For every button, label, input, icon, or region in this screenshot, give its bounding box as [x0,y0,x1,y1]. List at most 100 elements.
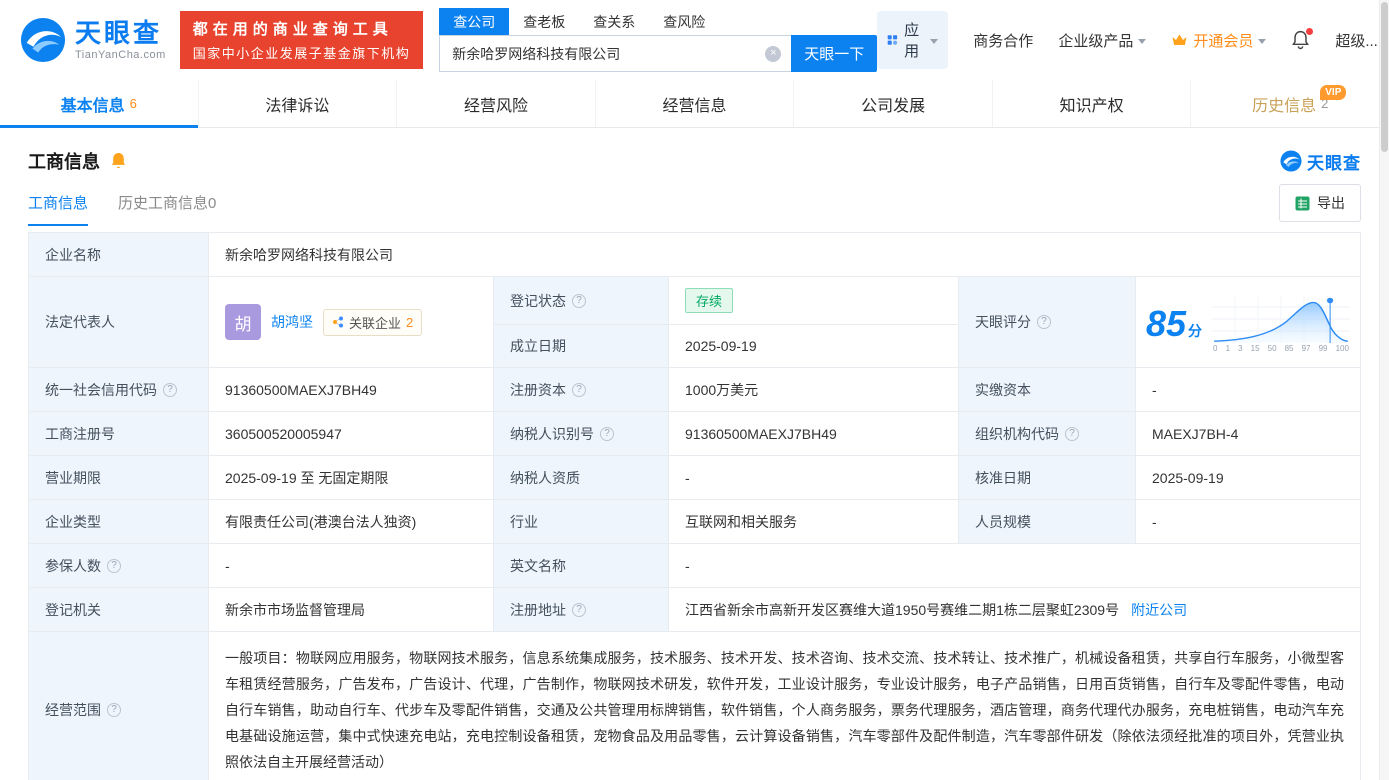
logo-domain-text: TianYanCha.com [75,49,166,61]
score-unit: 分 [1188,323,1202,339]
company-name-value: 新余哈罗网络科技有限公司 [209,233,1360,276]
score-distribution-chart: 0131550859799100 [1212,295,1350,353]
field-label: 英文名称 [494,544,669,587]
related-companies-badge[interactable]: 关联企业 2 [323,309,422,336]
reg-address-value: 江西省新余市高新开发区赛维大道1950号赛维二期1栋二层聚虹2309号 [685,600,1119,620]
reg-number-value: 360500520005947 [209,412,494,455]
brand-slogan-badge: 都在用的商业查询工具 国家中小企业发展子基金旗下机构 [180,11,424,69]
taxpayer-quality-value: - [669,456,959,499]
search-input-wrap [439,35,791,72]
help-icon[interactable] [600,427,614,441]
tab-operation-info[interactable]: 经营信息 [595,80,794,127]
field-label: 参保人数 [29,544,209,587]
table-row: 法定代表人 胡 胡鸿坚 关联企业 2 登记状态 [29,277,1360,368]
company-type-value: 有限责任公司(港澳台法人独资) [209,500,494,543]
table-row: 参保人数 - 英文名称 - [29,544,1360,588]
slogan-line2: 国家中小企业发展子基金旗下机构 [193,43,411,62]
search-button[interactable]: 天眼一下 [791,35,877,72]
field-label: 实缴资本 [959,368,1136,411]
business-info-table: 企业名称 新余哈罗网络科技有限公司 法定代表人 胡 胡鸿坚 关联企业 2 [28,232,1361,780]
search-tab-relation[interactable]: 查关系 [579,8,649,35]
logo-brand-text: 天眼查 [75,20,166,46]
legal-rep-avatar[interactable]: 胡 [225,304,261,340]
legal-rep-link[interactable]: 胡鸿坚 [271,312,313,332]
table-row: 营业期限 2025-09-19 至 无固定期限 纳税人资质 - 核准日期 202… [29,456,1360,500]
field-label: 经营范围 [29,632,209,780]
apps-menu-button[interactable]: 应用 [877,11,948,69]
table-row: 统一社会信用代码 91360500MAEXJ7BH49 注册资本 1000万美元… [29,368,1360,412]
tab-intellectual-property[interactable]: 知识产权 [992,80,1191,127]
score-axis: 0131550859799100 [1212,344,1350,353]
nav-link-vip[interactable]: 开通会员 [1171,30,1266,51]
search-tab-company[interactable]: 查公司 [439,8,509,35]
field-label: 天眼评分 [959,277,1136,367]
field-label: 核准日期 [959,456,1136,499]
business-scope-value: 一般项目：物联网应用服务，物联网技术服务，信息系统集成服务，技术服务、技术开发、… [225,645,1344,775]
help-icon[interactable] [107,703,121,717]
nav-link-super-vip[interactable]: 超级... [1335,30,1378,51]
search-block: 查公司 查老板 查关系 查风险 天眼一下 [439,8,877,72]
clear-search-icon[interactable] [765,46,781,62]
field-label: 纳税人资质 [494,456,669,499]
table-row: 企业名称 新余哈罗网络科技有限公司 [29,233,1360,277]
help-icon[interactable] [163,383,177,397]
help-icon[interactable] [1037,315,1051,329]
help-icon[interactable] [572,603,586,617]
subtab-row: 工商信息 历史工商信息0 导出 [0,178,1389,226]
tab-legal-litigation[interactable]: 法律诉讼 [198,80,397,127]
table-row: 企业类型 有限责任公司(港澳台法人独资) 行业 互联网和相关服务 人员规模 - [29,500,1360,544]
field-label: 注册资本 [494,368,669,411]
reg-status-cell: 存续 [669,277,959,324]
search-tab-risk[interactable]: 查风险 [649,8,719,35]
top-header: 天眼查 TianYanCha.com 都在用的商业查询工具 国家中小企业发展子基… [0,0,1389,80]
crown-icon [1171,33,1188,47]
search-tab-boss[interactable]: 查老板 [509,8,579,35]
section-title: 工商信息 [28,148,100,174]
tab-basic-info[interactable]: 基本信息 6 [0,80,198,127]
field-label: 纳税人识别号 [494,412,669,455]
subtab-business-info[interactable]: 工商信息 [28,192,88,226]
field-label: 行业 [494,500,669,543]
tab-history-info[interactable]: 历史信息 2 VIP [1190,80,1389,127]
field-label: 注册地址 [494,588,669,631]
subscribe-bell-icon[interactable] [110,152,127,170]
insured-count-value: - [209,544,494,587]
tab-operation-risk[interactable]: 经营风险 [396,80,595,127]
field-label: 工商注册号 [29,412,209,455]
reg-authority-value: 新余市市场监督管理局 [209,588,494,631]
field-label: 企业类型 [29,500,209,543]
notification-dot [1306,28,1313,35]
nearby-companies-link[interactable]: 附近公司 [1131,600,1187,620]
taxpayer-id-value: 91360500MAEXJ7BH49 [669,412,959,455]
help-icon[interactable] [572,383,586,397]
notifications-bell[interactable] [1291,30,1310,50]
help-icon[interactable] [1065,427,1079,441]
reg-address-cell: 江西省新余市高新开发区赛维大道1950号赛维二期1栋二层聚虹2309号 附近公司 [669,588,1360,631]
vertical-scrollbar[interactable] [1379,0,1389,780]
help-icon[interactable] [572,294,586,308]
status-badge: 存续 [685,288,733,313]
scrollbar-thumb[interactable] [1381,2,1388,152]
tab-company-development[interactable]: 公司发展 [793,80,992,127]
vip-badge: VIP [1320,85,1346,100]
search-input[interactable] [452,46,765,62]
org-code-value: MAEXJ7BH-4 [1136,412,1360,455]
slogan-line1: 都在用的商业查询工具 [193,18,411,39]
subtab-history-business-info[interactable]: 历史工商信息0 [118,192,216,226]
credit-code-value: 91360500MAEXJ7BH49 [209,368,494,411]
subtab-history-count: 0 [208,195,216,212]
table-row: 工商注册号 360500520005947 纳税人识别号 91360500MAE… [29,412,1360,456]
field-label: 法定代表人 [29,277,209,367]
export-button[interactable]: 导出 [1279,184,1361,222]
tianyancha-logo[interactable]: 天眼查 TianYanCha.com [20,17,166,63]
nav-link-enterprise[interactable]: 企业级产品 [1058,30,1146,51]
approval-date-value: 2025-09-19 [1136,456,1360,499]
field-label: 登记机关 [29,588,209,631]
english-name-value: - [669,544,1360,587]
search-tabs: 查公司 查老板 查关系 查风险 [439,8,877,35]
tianyancha-watermark-icon [1280,150,1302,172]
field-label: 统一社会信用代码 [29,368,209,411]
relation-graph-icon [332,316,344,328]
nav-link-cooperation[interactable]: 商务合作 [973,30,1033,51]
help-icon[interactable] [107,559,121,573]
